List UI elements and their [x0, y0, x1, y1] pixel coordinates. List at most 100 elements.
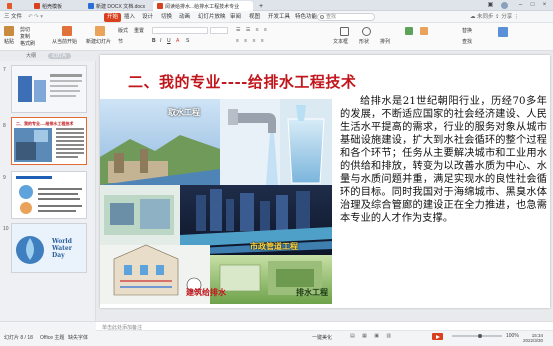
font-size-select[interactable]: [210, 27, 228, 34]
shape-button[interactable]: 形状: [359, 38, 369, 45]
undo-icon[interactable]: ↶ ↷ ▾: [28, 11, 43, 23]
zoom-slider[interactable]: [452, 334, 502, 338]
copy-button[interactable]: 复制: [20, 33, 30, 40]
font-color-button[interactable]: A: [176, 38, 179, 44]
cloud-sync-icon[interactable]: ☁ 未同步 ⇪ 分享 ⋮: [470, 11, 519, 23]
water-engineering-collage[interactable]: 取水工程 市政管道工程 建筑给排水 排水工程: [100, 99, 332, 304]
menu-special[interactable]: 特色功能: [295, 11, 317, 23]
italic-button[interactable]: I: [160, 38, 161, 44]
zoom-level[interactable]: 100%: [506, 333, 519, 339]
word-doc-icon: [88, 3, 94, 9]
font-missing-indicator[interactable]: 缺失字体: [68, 334, 88, 341]
slide-8[interactable]: 二、我的专业----给排水工程技术 取水工程 市政管道工程 建筑给排水 排水工程…: [100, 55, 550, 308]
notes-area[interactable]: 单击此处添加备注: [96, 322, 553, 331]
align-buttons[interactable]: ≡ ≡ ≡ ≡: [236, 38, 266, 44]
menu-bar: 三 文件 ↶ ↷ ▾ 开始 插入 设计 切换 动画 幻灯片放映 审阅 视图 开发…: [0, 11, 553, 23]
thumb-world-water-day: World Water Day: [52, 238, 72, 259]
menu-design[interactable]: 设计: [142, 11, 153, 23]
title-tab-bar: 稻壳模板 新建 DOCX 文档.docx 阅读给排水...给排水工程技术专业 +…: [0, 0, 553, 11]
slide-counter: 幻灯片 8 / 18: [4, 335, 33, 341]
strike-button[interactable]: S: [186, 38, 189, 44]
view-mode-buttons[interactable]: ▤ ▦ ▣ ▥: [350, 333, 394, 339]
notes-placeholder: 单击此处添加备注: [102, 325, 143, 331]
reset-button[interactable]: 重置: [134, 27, 144, 34]
menu-file[interactable]: 三 文件: [4, 11, 22, 23]
format-painter-button[interactable]: 格式刷: [20, 40, 35, 47]
status-bar: 单击此处添加备注 幻灯片 8 / 18 Office 主题 缺失字体 一键美化 …: [0, 321, 553, 346]
maximize-icon[interactable]: □: [528, 1, 537, 10]
ppt-icon: [157, 3, 163, 9]
text-box-icon[interactable]: [340, 27, 349, 36]
underline-button[interactable]: U: [167, 38, 171, 44]
paste-button[interactable]: 粘贴: [4, 38, 14, 45]
slide-number: 8: [3, 123, 6, 129]
slide-7-preview: [12, 66, 86, 112]
menu-insert[interactable]: 插入: [124, 11, 135, 23]
cloud-icon[interactable]: [498, 27, 508, 37]
menu-transition[interactable]: 切换: [161, 11, 172, 23]
new-slide-icon[interactable]: [95, 26, 105, 36]
text-box-button[interactable]: 文本框: [333, 38, 348, 45]
menu-animation[interactable]: 动画: [179, 11, 190, 23]
ribbon-toolbar: 粘贴 剪切 复制 格式刷 从当前开始 新建幻灯片 版式 节 重置 B I U A…: [0, 23, 553, 51]
home-icon[interactable]: [3, 1, 12, 11]
menu-view[interactable]: 视图: [249, 11, 260, 23]
slide-thumbnail-7[interactable]: [11, 65, 87, 113]
slide-title[interactable]: 二、我的专业----给排水工程技术: [128, 71, 428, 91]
label-municipal: 市政管道工程: [250, 242, 298, 251]
outline-tab[interactable]: 大纲: [22, 53, 40, 59]
slide-number: 10: [3, 226, 9, 232]
from-current-button[interactable]: 从当前开始: [52, 38, 77, 45]
search-icon: [320, 15, 324, 19]
slide-9-preview: [12, 172, 86, 218]
slide-body-text[interactable]: 给排水是21世纪朝阳行业，历经70多年的发展，不断适应国家的社会经济建设、人民生…: [340, 95, 547, 301]
menu-start[interactable]: 开始: [104, 12, 122, 22]
slide-thumbnail-8[interactable]: 二、我的专业----给排水工程技术: [11, 117, 87, 165]
arrange-button[interactable]: 排列: [380, 38, 390, 45]
slideshow-play-button[interactable]: [432, 333, 443, 340]
slides-tab[interactable]: 幻灯片: [48, 53, 72, 59]
bold-button[interactable]: B: [152, 38, 156, 44]
theme-name: Office 主题: [40, 335, 65, 341]
section-button[interactable]: 节: [118, 38, 123, 45]
label-intake: 取水工程: [168, 108, 200, 117]
font-name-select[interactable]: [152, 27, 208, 34]
slide-thumbnail-10[interactable]: World Water Day: [11, 223, 87, 273]
find-button[interactable]: 查找: [462, 38, 472, 45]
fill-icon[interactable]: [405, 27, 413, 35]
label-building: 建筑给排水: [186, 288, 226, 297]
slide-8-preview: [14, 128, 84, 162]
new-slide-button[interactable]: 新建幻灯片: [86, 38, 111, 45]
menu-slideshow[interactable]: 幻灯片放映: [198, 11, 226, 23]
paste-icon[interactable]: [4, 26, 14, 36]
pane-header: 大纲 幻灯片: [0, 51, 96, 61]
zoom-slider-handle[interactable]: [477, 334, 482, 338]
new-tab-button[interactable]: +: [255, 1, 264, 11]
tab-daoke-template[interactable]: 稻壳模板: [30, 1, 80, 11]
label-drainage: 排水工程: [296, 288, 328, 297]
menu-developer[interactable]: 开发工具: [268, 11, 290, 23]
play-from-current-icon[interactable]: [62, 26, 72, 36]
minimize-icon[interactable]: –: [516, 1, 525, 10]
slide-number: 9: [3, 175, 6, 181]
tab-active-presentation[interactable]: 阅读给排水...给排水工程技术专业: [153, 1, 253, 11]
window-list-icon[interactable]: ▣: [486, 1, 495, 10]
beautify-button[interactable]: 一键美化: [312, 334, 332, 341]
slide-thumbnail-9[interactable]: [11, 171, 87, 219]
collage-image: [100, 99, 332, 304]
tab-docx-document[interactable]: 新建 DOCX 文档.docx: [84, 1, 150, 11]
layout-button[interactable]: 版式: [118, 27, 128, 34]
cut-button[interactable]: 剪切: [20, 26, 30, 33]
search-input[interactable]: 查找: [317, 13, 375, 21]
list-buttons[interactable]: ☰ ☰ ≡ ≡: [236, 27, 269, 33]
outline-icon[interactable]: [420, 27, 428, 35]
avatar[interactable]: [500, 1, 509, 10]
daoke-icon: [34, 3, 40, 9]
replace-button[interactable]: 替换: [462, 27, 472, 34]
slide-number: 7: [3, 67, 6, 73]
slide-thumbnail-pane: 大纲 幻灯片 7 8 二、我的专业----给排水工程技术 9 10 World …: [0, 51, 96, 321]
shape-icon[interactable]: [362, 27, 371, 36]
close-icon[interactable]: ×: [540, 1, 549, 10]
menu-review[interactable]: 审阅: [230, 11, 241, 23]
clock: 15:34 2022/3/30: [523, 333, 544, 343]
